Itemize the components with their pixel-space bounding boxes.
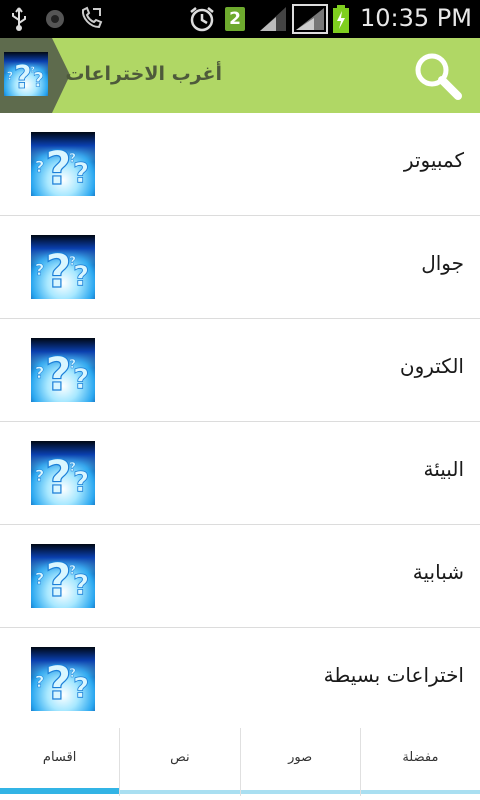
list-item-label: جوال — [421, 251, 464, 275]
tab-label: صور — [288, 750, 313, 765]
alarm-icon — [188, 6, 216, 32]
tab-label: نص — [170, 750, 190, 765]
battery-charging-icon — [332, 5, 350, 33]
tab-sections[interactable]: اقسام — [0, 728, 120, 796]
search-icon — [415, 53, 462, 100]
signal-icon — [258, 6, 288, 32]
list-item[interactable]: البيئة — [0, 422, 480, 525]
tab-indicator — [360, 790, 480, 794]
tab-label: مفضلة — [402, 750, 439, 765]
list-item[interactable]: جوال — [0, 216, 480, 319]
tab-images[interactable]: صور — [239, 728, 360, 796]
question-mark-image — [31, 647, 95, 711]
list-item[interactable]: شبابية — [0, 525, 480, 628]
usb-icon — [8, 6, 30, 32]
list-item[interactable]: اختراعات بسيطة — [0, 628, 480, 731]
bottom-spacer — [0, 796, 480, 800]
app-header: أغرب الاختراعات — [0, 38, 480, 113]
voicemail-icon — [44, 6, 66, 32]
list-item-label: الكترون — [399, 354, 464, 378]
search-button[interactable] — [412, 50, 464, 102]
list-item-label: كمبيوتر — [403, 148, 464, 172]
tab-favorites[interactable]: مفضلة — [359, 728, 480, 796]
list-item-label: شبابية — [412, 560, 464, 584]
list-item-label: البيئة — [423, 457, 464, 481]
question-mark-image — [31, 235, 95, 299]
signal-strength-icon — [292, 4, 328, 34]
list-item[interactable]: كمبيوتر — [0, 113, 480, 216]
page-title: أغرب الاختراعات — [65, 63, 222, 85]
question-mark-image — [31, 132, 95, 196]
call-forward-icon — [78, 6, 104, 32]
list-item-label: اختراعات بسيطة — [323, 663, 464, 687]
category-list: كمبيوتر جوال الكترون البيئة شبابية اخترا… — [0, 113, 480, 731]
notification-badge: 2 — [224, 6, 246, 32]
tab-indicator — [120, 790, 240, 794]
tab-indicator — [240, 790, 360, 794]
question-mark-image — [31, 338, 95, 402]
tab-label: اقسام — [42, 750, 77, 765]
tab-indicator — [0, 788, 120, 794]
question-mark-image — [4, 52, 48, 96]
status-bar: 2 10:35 PM — [0, 0, 480, 38]
bottom-tab-bar: اقسام نص صور مفضلة — [0, 728, 480, 796]
list-item[interactable]: الكترون — [0, 319, 480, 422]
status-time: 10:35 PM — [360, 4, 472, 32]
question-mark-image — [31, 544, 95, 608]
tab-text[interactable]: نص — [119, 728, 240, 796]
question-mark-image — [31, 441, 95, 505]
app-logo-button[interactable] — [0, 38, 70, 113]
